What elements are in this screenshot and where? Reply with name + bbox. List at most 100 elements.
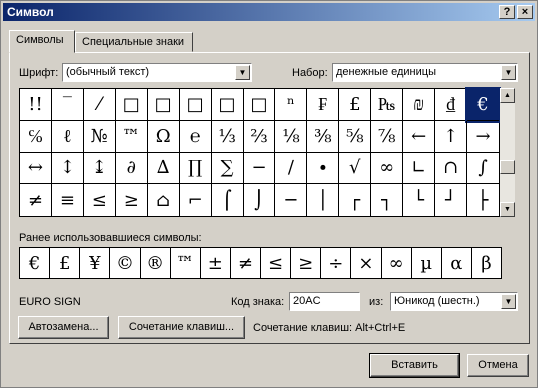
tab-symbols[interactable]: Символы — [9, 30, 75, 53]
recent-symbol[interactable]: £ — [50, 248, 81, 278]
symbol-cell[interactable]: □ — [243, 89, 276, 121]
recent-symbols: € £ ¥ © ® ™ ± ≠ ≤ ≥ ÷ × ∞ µ α β — [19, 247, 502, 279]
recent-symbol[interactable]: ® — [141, 248, 171, 278]
symbol-cell[interactable]: Ω — [147, 120, 180, 153]
symbol-cell[interactable]: □ — [179, 89, 212, 121]
title-bar: Символ ? × — [3, 3, 535, 21]
symbol-cell[interactable]: ⅔ — [243, 120, 276, 153]
symbol-cell[interactable]: ⌂ — [148, 184, 180, 216]
symbol-cell[interactable]: ∙ — [307, 152, 340, 185]
cancel-button[interactable]: Отмена — [467, 354, 529, 377]
recent-symbol[interactable]: ± — [201, 248, 231, 278]
char-code-field[interactable]: 20AC — [289, 292, 360, 311]
symbol-cell[interactable]: ℮ — [179, 120, 212, 153]
encoding-select-value: Юникод (шестн.) — [394, 295, 480, 307]
recent-symbol[interactable]: ¥ — [80, 248, 111, 278]
insert-button[interactable]: Вставить — [369, 353, 460, 378]
symbol-cell[interactable]: ↑ — [435, 120, 468, 153]
symbol-cell[interactable]: └ — [403, 184, 436, 216]
symbol-cell[interactable]: ┘ — [435, 184, 468, 216]
symbol-cell[interactable]: ⅛ — [275, 120, 308, 153]
chevron-down-icon[interactable]: ▼ — [235, 65, 250, 80]
symbol-cell[interactable]: ₣ — [307, 89, 340, 121]
symbol-cell[interactable]: ≤ — [84, 184, 116, 216]
symbol-cell[interactable]: ℓ — [51, 120, 84, 153]
recent-symbol[interactable]: € — [20, 248, 51, 278]
symbol-cell[interactable]: ≠ — [20, 184, 52, 216]
recent-symbol[interactable]: β — [472, 248, 501, 278]
recent-symbol[interactable]: ≥ — [291, 248, 322, 278]
scroll-up-icon[interactable]: ▲ — [500, 88, 515, 103]
symbol-cell[interactable]: ‾ — [51, 89, 84, 121]
tab-special-chars[interactable]: Специальные знаки — [75, 32, 193, 52]
symbol-cell[interactable]: ∩ — [435, 152, 468, 185]
symbol-cell[interactable]: ∂ — [115, 152, 148, 185]
symbol-cell[interactable]: ∏ — [179, 152, 212, 185]
symbol-cell[interactable]: √ — [339, 152, 372, 185]
symbol-cell[interactable]: − — [243, 152, 276, 185]
recent-symbol[interactable]: ™ — [171, 248, 201, 278]
symbol-cell[interactable]: £ — [339, 89, 372, 121]
recent-symbol[interactable]: © — [110, 248, 141, 278]
symbol-cell[interactable]: ∕ — [275, 152, 308, 185]
symbol-cell[interactable]: ∑ — [211, 152, 244, 185]
recent-symbol[interactable]: α — [442, 248, 472, 278]
symbol-cell[interactable]: ← — [403, 120, 436, 153]
recent-symbol[interactable]: ∞ — [382, 248, 412, 278]
symbol-cell[interactable]: ⁄ — [83, 89, 116, 121]
symbol-cell[interactable]: ∆ — [147, 152, 180, 185]
symbol-cell[interactable]: ⌡ — [244, 184, 276, 216]
help-button[interactable]: ? — [499, 5, 515, 19]
scroll-down-icon[interactable]: ▼ — [500, 202, 515, 217]
symbol-cell[interactable]: ↨ — [83, 152, 116, 185]
symbol-cell[interactable]: ₪ — [403, 89, 436, 121]
symbol-cell[interactable]: → — [467, 121, 499, 153]
symbol-cell[interactable]: ⅜ — [307, 120, 340, 153]
symbol-cell[interactable]: ⅓ — [211, 120, 244, 153]
encoding-select[interactable]: Юникод (шестн.) ▼ — [390, 292, 518, 311]
scrollbar-thumb[interactable] — [500, 160, 515, 174]
symbol-cell[interactable]: ⅞ — [371, 120, 404, 153]
symbol-cell[interactable]: ⅝ — [339, 120, 372, 153]
recent-symbol[interactable]: ≠ — [231, 248, 261, 278]
symbol-cell[interactable]: ∫ — [467, 153, 499, 185]
symbol-cell[interactable]: ≥ — [116, 184, 148, 216]
subset-select[interactable]: денежные единицы ▼ — [332, 63, 518, 82]
symbol-cell[interactable]: ┐ — [371, 184, 404, 216]
chevron-down-icon[interactable]: ▼ — [501, 294, 516, 309]
symbol-cell-selected[interactable]: € — [465, 87, 501, 123]
symbol-cell[interactable]: ⁿ — [275, 89, 308, 121]
symbol-cell[interactable]: │ — [307, 184, 340, 216]
symbol-cell[interactable]: ⌐ — [180, 184, 212, 216]
symbol-cell[interactable]: ₧ — [371, 89, 404, 121]
symbol-cell[interactable]: ≡ — [52, 184, 84, 216]
symbol-cell[interactable]: ↕ — [51, 152, 84, 185]
symbol-cell[interactable]: □ — [147, 89, 180, 121]
symbol-cell[interactable]: □ — [211, 89, 244, 121]
symbol-cell[interactable]: ├ — [467, 184, 499, 216]
symbol-cell[interactable]: !! — [20, 89, 52, 121]
symbol-cell[interactable]: □ — [115, 89, 148, 121]
font-select-value: (обычный текст) — [66, 66, 150, 78]
symbol-grid-scrollbar[interactable]: ▲ ▼ — [500, 88, 515, 217]
font-select[interactable]: (обычный текст) ▼ — [62, 63, 252, 82]
recent-symbol[interactable]: µ — [412, 248, 442, 278]
shortcut-key-button[interactable]: Сочетание клавиш... — [118, 316, 245, 339]
symbol-cell[interactable]: ℅ — [20, 120, 52, 153]
chevron-down-icon[interactable]: ▼ — [501, 65, 516, 80]
recent-symbol[interactable]: ÷ — [321, 248, 352, 278]
symbol-cell[interactable]: ™ — [115, 120, 148, 153]
close-button[interactable]: × — [517, 5, 533, 19]
shortcut-text: Сочетание клавиш: Alt+Ctrl+E — [253, 322, 406, 334]
symbol-cell[interactable]: ┌ — [339, 184, 372, 216]
recent-symbol[interactable]: × — [351, 248, 382, 278]
symbol-cell[interactable]: ∟ — [403, 152, 436, 185]
symbol-cell[interactable]: ─ — [275, 184, 308, 216]
autocorrect-button[interactable]: Автозамена... — [18, 316, 109, 339]
symbol-cell[interactable]: ₫ — [435, 89, 468, 121]
recent-symbol[interactable]: ≤ — [261, 248, 292, 278]
symbol-cell[interactable]: № — [83, 120, 116, 153]
symbol-cell[interactable]: ⌠ — [212, 184, 244, 216]
symbol-cell[interactable]: ↔ — [20, 152, 52, 185]
symbol-cell[interactable]: ∞ — [371, 152, 404, 185]
